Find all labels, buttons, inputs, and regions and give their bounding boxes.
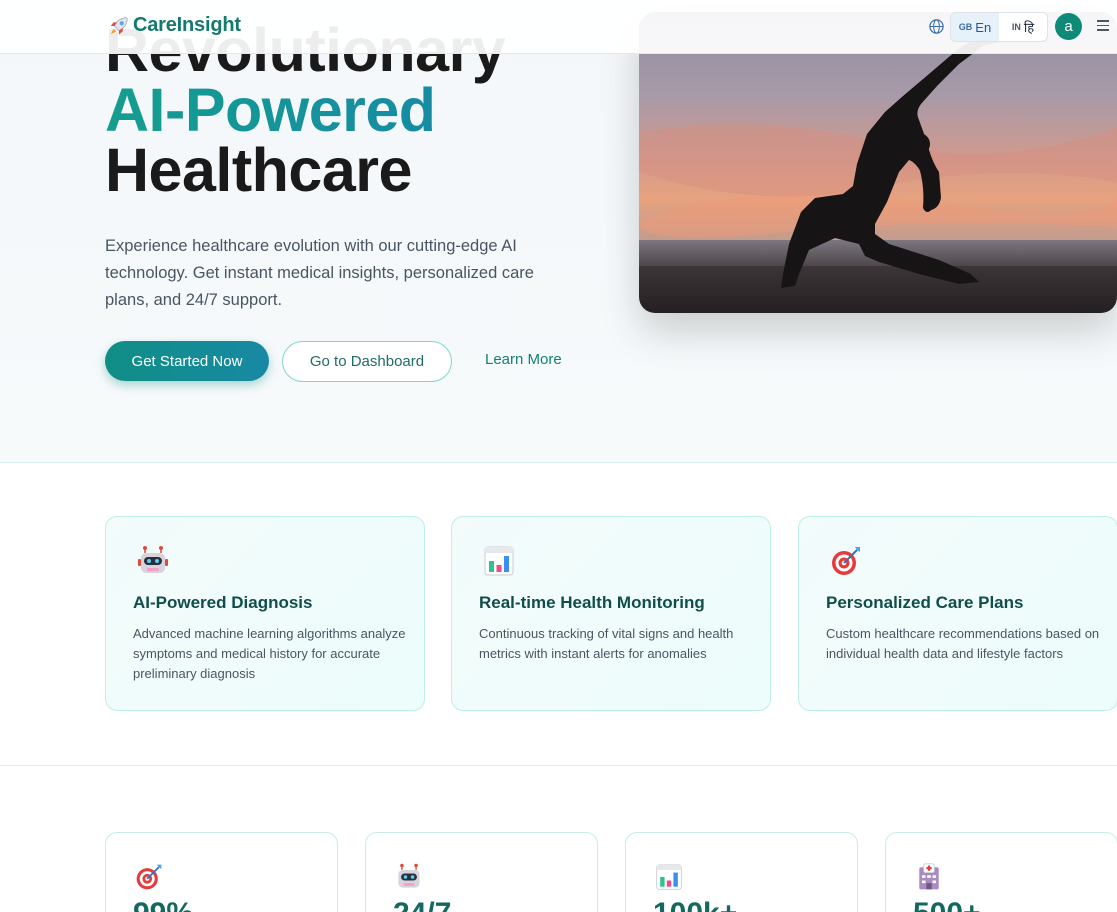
stat-card-support: 24/7 bbox=[365, 832, 598, 912]
feature-card-diagnosis: AI-Powered Diagnosis Advanced machine le… bbox=[105, 516, 425, 711]
brand-logo[interactable]: CareInsight bbox=[108, 14, 241, 37]
hero-title-accent: AI-Powered bbox=[105, 80, 505, 141]
hero-title-line3: Healthcare bbox=[105, 136, 412, 204]
feature-title: Personalized Care Plans bbox=[826, 593, 1024, 612]
learn-more-link[interactable]: Learn More bbox=[485, 351, 562, 368]
language-label-hi: हि bbox=[1023, 20, 1035, 35]
hero-yoga-image bbox=[639, 12, 1117, 313]
hero-description: Experience healthcare evolution with our… bbox=[105, 237, 534, 309]
language-code-gb: GB bbox=[958, 22, 973, 32]
features-section: AI-Powered Diagnosis Advanced machine le… bbox=[0, 463, 1117, 766]
hospital-icon bbox=[919, 863, 939, 890]
stat-card-accuracy: 99% bbox=[105, 832, 338, 912]
brand-name: CareInsight bbox=[133, 14, 241, 36]
language-label-en: En bbox=[975, 19, 992, 35]
hero-section: Revolutionary AI-Powered Healthcare Expe… bbox=[0, 0, 1117, 463]
target-icon bbox=[832, 547, 860, 575]
hamburger-menu-icon[interactable] bbox=[1097, 20, 1109, 32]
user-avatar[interactable]: a bbox=[1055, 13, 1082, 40]
robot-icon bbox=[138, 546, 168, 573]
feature-description: Continuous tracking of vital signs and h… bbox=[479, 626, 734, 661]
globe-icon[interactable] bbox=[928, 18, 945, 35]
feature-title: AI-Powered Diagnosis bbox=[133, 593, 313, 612]
robot-icon bbox=[398, 863, 420, 888]
stats-section: 99% 24/7 100k+ bbox=[0, 767, 1117, 912]
stat-value: 100k+ bbox=[653, 897, 737, 912]
top-navbar: CareInsight GB En IN हि a bbox=[0, 0, 1117, 54]
target-icon bbox=[136, 864, 162, 890]
language-option-en[interactable]: GB En bbox=[951, 13, 999, 41]
language-code-in: IN bbox=[1011, 22, 1021, 32]
stat-value: 99% bbox=[133, 897, 193, 912]
rocket-icon bbox=[110, 16, 128, 34]
stat-card-users: 100k+ bbox=[625, 832, 858, 912]
stat-value: 24/7 bbox=[393, 897, 451, 912]
feature-title: Real-time Health Monitoring bbox=[479, 593, 705, 612]
get-started-button[interactable]: Get Started Now bbox=[105, 341, 269, 381]
feature-description: Custom healthcare recommendations based … bbox=[826, 626, 1100, 661]
feature-card-care-plans: Personalized Care Plans Custom healthcar… bbox=[798, 516, 1117, 711]
feature-description: Advanced machine learning algorithms ana… bbox=[133, 626, 406, 681]
stat-value: 500+ bbox=[913, 897, 981, 912]
language-option-hi[interactable]: IN हि bbox=[999, 13, 1047, 41]
bar-chart-icon bbox=[656, 864, 682, 890]
bar-chart-icon bbox=[484, 546, 514, 576]
go-to-dashboard-button[interactable]: Go to Dashboard bbox=[282, 341, 452, 382]
stat-card-hospitals: 500+ bbox=[885, 832, 1117, 912]
feature-card-monitoring: Real-time Health Monitoring Continuous t… bbox=[451, 516, 771, 711]
language-switcher: GB En IN हि bbox=[950, 12, 1048, 42]
